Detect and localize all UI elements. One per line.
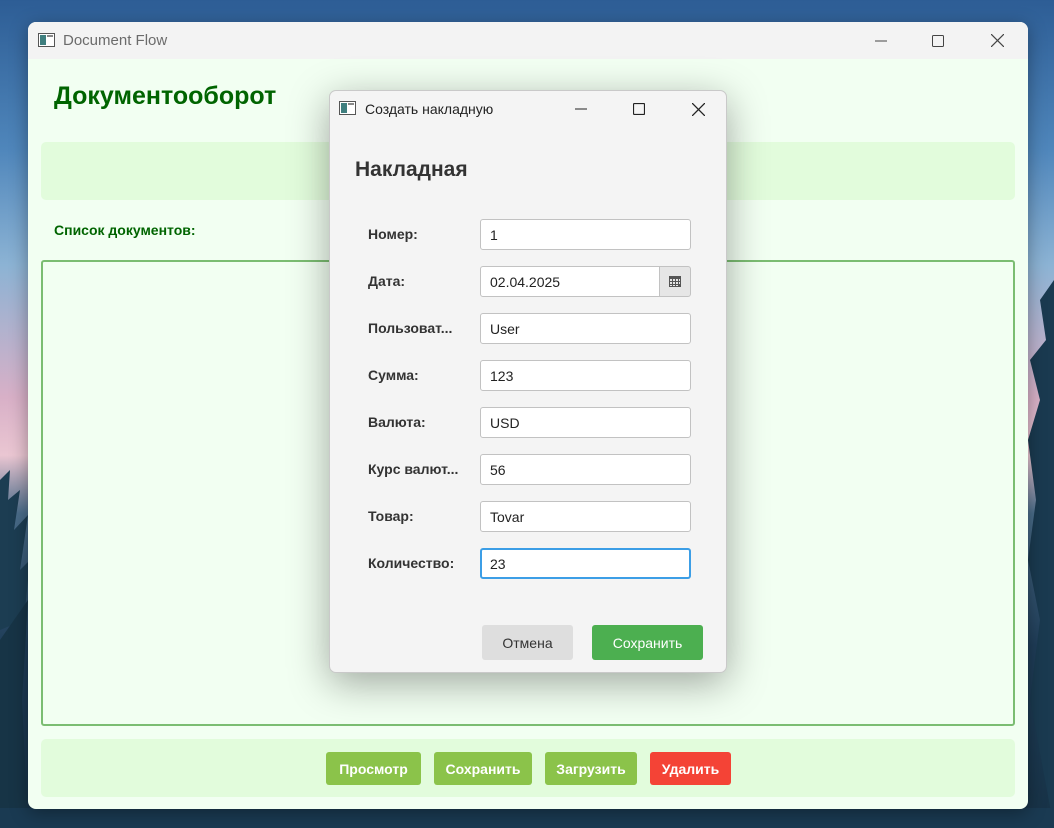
maximize-icon[interactable]: [915, 22, 961, 59]
currency-label: Валюта:: [368, 414, 426, 430]
field-row-number: Номер:: [330, 219, 726, 250]
date-field[interactable]: [480, 266, 660, 297]
close-icon[interactable]: [974, 22, 1020, 59]
close-icon[interactable]: [675, 91, 721, 127]
minimize-icon[interactable]: [558, 91, 604, 127]
bottom-toolbar: Просмотр Сохранить Загрузить Удалить: [41, 739, 1015, 797]
dialog-save-button[interactable]: Сохранить: [592, 625, 703, 660]
user-label: Пользоват...: [368, 320, 453, 336]
product-field[interactable]: [480, 501, 691, 532]
field-row-rate: Курс валют...: [330, 454, 726, 485]
load-button[interactable]: Загрузить: [545, 752, 637, 785]
amount-label: Сумма:: [368, 367, 419, 383]
field-row-quantity: Количество:: [330, 548, 726, 579]
number-field[interactable]: [480, 219, 691, 250]
field-row-user: Пользоват...: [330, 313, 726, 344]
field-row-amount: Сумма:: [330, 360, 726, 391]
quantity-field[interactable]: [480, 548, 691, 579]
quantity-label: Количество:: [368, 555, 455, 571]
calendar-icon[interactable]: [659, 266, 691, 297]
cancel-button[interactable]: Отмена: [482, 625, 573, 660]
save-button[interactable]: Сохранить: [434, 752, 532, 785]
minimize-icon[interactable]: [858, 22, 904, 59]
exchange-rate-field[interactable]: [480, 454, 691, 485]
create-invoice-dialog: Создать накладную Накладная Номер: Дата:…: [329, 90, 727, 673]
delete-button[interactable]: Удалить: [650, 752, 731, 785]
date-label: Дата:: [368, 273, 406, 289]
dialog-heading: Накладная: [355, 158, 468, 181]
user-field[interactable]: [480, 313, 691, 344]
app-window-icon: [38, 33, 55, 47]
page-title: Документооборот: [54, 82, 277, 110]
app-window-icon: [339, 101, 356, 115]
rate-label: Курс валют...: [368, 461, 459, 477]
product-label: Товар:: [368, 508, 414, 524]
number-label: Номер:: [368, 226, 418, 242]
field-row-date: Дата:: [330, 266, 726, 297]
dialog-titlebar[interactable]: Создать накладную: [330, 91, 726, 127]
main-titlebar[interactable]: Document Flow: [28, 22, 1028, 59]
amount-field[interactable]: [480, 360, 691, 391]
dialog-title: Создать накладную: [365, 101, 494, 117]
document-list-label: Список документов:: [54, 222, 196, 238]
field-row-currency: Валюта:: [330, 407, 726, 438]
currency-field[interactable]: [480, 407, 691, 438]
field-row-product: Товар:: [330, 501, 726, 532]
view-button[interactable]: Просмотр: [326, 752, 421, 785]
main-window-title: Document Flow: [63, 32, 168, 49]
maximize-icon[interactable]: [616, 91, 662, 127]
